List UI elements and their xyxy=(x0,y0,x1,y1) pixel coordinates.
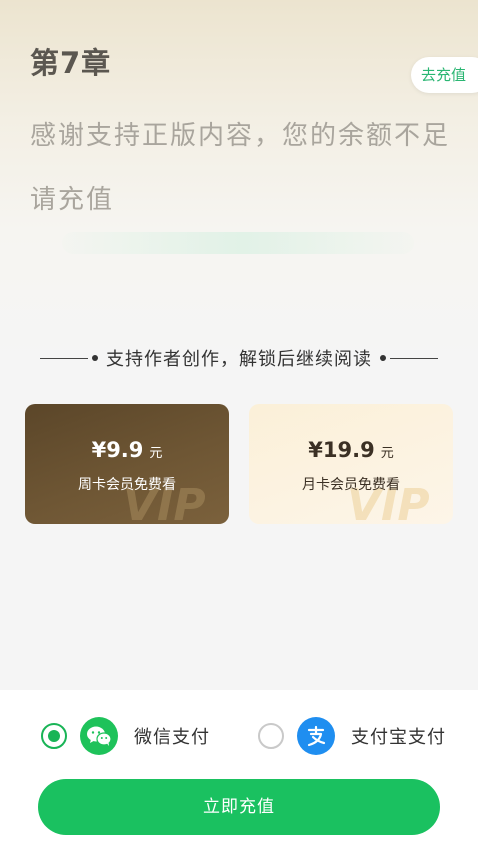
vip-card-price: ¥9.9 元 xyxy=(25,438,229,462)
price-value: ¥19.9 xyxy=(308,438,375,462)
wechat-icon xyxy=(80,717,118,755)
divider-dot-left xyxy=(92,355,98,361)
divider-line-left xyxy=(40,357,88,359)
vip-card-price: ¥19.9 元 xyxy=(249,438,453,462)
divider-dot-right xyxy=(380,355,386,361)
payment-option-wechat[interactable]: 微信支付 xyxy=(41,716,210,756)
price-unit: 元 xyxy=(380,446,394,461)
divider-text: 支持作者创作，解锁后继续阅读 xyxy=(106,349,372,370)
payment-label: 支付宝支付 xyxy=(351,727,446,748)
vip-card-description: 月卡会员免费看 xyxy=(302,477,400,493)
chapter-title: 第7章 xyxy=(30,46,112,80)
payment-option-alipay[interactable]: 支付宝支付 xyxy=(258,716,446,756)
go-recharge-button[interactable]: 去充值 xyxy=(410,57,478,93)
price-unit: 元 xyxy=(149,446,163,461)
alipay-radio[interactable] xyxy=(258,723,284,749)
decorative-bar xyxy=(62,232,414,254)
recharge-now-button[interactable]: 立即充值 xyxy=(38,779,440,835)
vip-card-week[interactable]: VIP ¥9.9 元 周卡会员免费看 xyxy=(25,404,229,524)
balance-notice: 感谢支持正版内容，您的余额不足请充值 xyxy=(30,121,451,215)
price-value: ¥9.9 xyxy=(91,438,144,462)
unlock-divider: 支持作者创作，解锁后继续阅读 xyxy=(0,340,478,376)
vip-card-month[interactable]: VIP ¥19.9 元 月卡会员免费看 xyxy=(249,404,453,524)
wechat-radio[interactable] xyxy=(41,723,67,749)
payment-label: 微信支付 xyxy=(134,727,210,748)
divider-line-right xyxy=(390,357,438,359)
vip-card-description: 周卡会员免费看 xyxy=(78,477,176,493)
alipay-icon xyxy=(297,717,335,755)
